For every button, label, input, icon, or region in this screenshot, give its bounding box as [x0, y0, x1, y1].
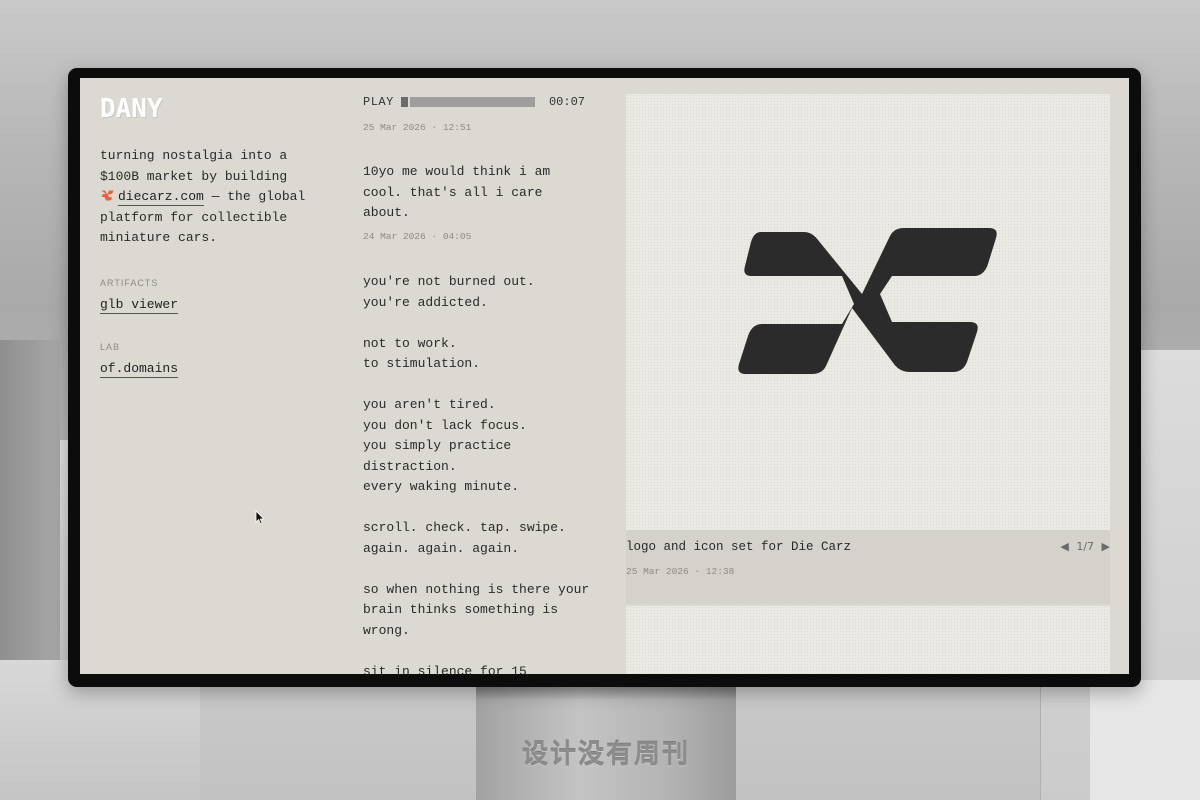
bio-line: turning nostalgia into a [100, 148, 288, 163]
bio-line: platform for collectible [100, 209, 288, 225]
post-line: again. again. again. [363, 540, 520, 556]
diecarz-logo-mark-icon [738, 228, 997, 374]
post-text: 10yo me would think i am cool. that's al… [363, 162, 593, 224]
pager-index: 1/7 [1076, 540, 1095, 553]
post-date: 25 Mar 2026 · 12:51 [363, 122, 472, 133]
pager-prev-icon[interactable]: ◀ [1060, 540, 1068, 553]
media-caption: logo and icon set for Die Carz [626, 540, 852, 554]
post-gap [363, 313, 593, 334]
play-button[interactable]: PLAY [363, 95, 394, 109]
post-line: about. [363, 205, 410, 220]
profile-column: DANY turning nostalgia into a $100B mark… [80, 78, 344, 674]
player-time: 00:07 [548, 95, 585, 109]
post-line: you don't lack focus. [363, 417, 527, 433]
post-line: distraction. [363, 458, 457, 474]
pager-next-icon[interactable]: ▶ [1102, 540, 1110, 553]
media-image-card[interactable] [626, 94, 1110, 530]
backdrop-block-right-low [1090, 680, 1200, 800]
progress-handle[interactable] [401, 97, 408, 107]
of-domains-link[interactable]: of.domains [100, 361, 179, 378]
diecarz-link[interactable]: diecarz.com [118, 189, 204, 206]
media-pager: ◀ 1/7 ▶ [1056, 540, 1110, 553]
post-date: 24 Mar 2026 · 04:05 [363, 231, 472, 242]
post-line: wrong. [363, 622, 410, 638]
post-line: cool. that's all i care [363, 184, 543, 200]
post-line: brain thinks something is [363, 602, 559, 617]
stand-watermark: 设计没有周刊 [521, 740, 690, 770]
post-line: every waking minute. [363, 479, 520, 494]
feed-column: PLAY 00:07 25 Mar 2026 · 12:51 10yo me w… [343, 78, 606, 674]
post-line: sit in silence for 15 [363, 663, 527, 675]
diecarz-logo-icon [101, 190, 114, 201]
media-date: 25 Mar 2026 · 12:38 [626, 566, 735, 577]
bio-text: turning nostalgia into a $100B market by… [100, 146, 325, 249]
bio-line-rest: — the global [203, 189, 306, 204]
progress-track[interactable] [410, 97, 535, 107]
post-line: not to work. [363, 335, 457, 351]
website-screen: DANY turning nostalgia into a $100B mark… [80, 78, 1129, 674]
bio-line: diecarz.com — the global [100, 187, 325, 208]
post-text: you're not burned out. you're addicted. … [363, 272, 593, 674]
artifacts-label: ARTIFACTS [100, 278, 159, 288]
post-gap [363, 559, 593, 580]
post-line: scroll. check. tap. swipe. [363, 520, 566, 535]
post-line: so when nothing is there your [363, 581, 590, 597]
monitor-bezel: DANY turning nostalgia into a $100B mark… [68, 68, 1141, 687]
gallery-column: logo and icon set for Die Carz ◀ 1/7 ▶ 2… [605, 78, 1129, 674]
post-line: you aren't tired. [363, 397, 496, 412]
audio-player: PLAY 00:07 [363, 95, 585, 111]
post-line: you simply practice [363, 438, 512, 453]
media-caption-bar: logo and icon set for Die Carz ◀ 1/7 ▶ 2… [626, 530, 1110, 604]
post-line: you're addicted. [363, 294, 488, 310]
post-gap [363, 498, 593, 519]
media-image-card-next[interactable] [626, 606, 1110, 674]
post-line: to stimulation. [363, 356, 481, 371]
monitor-stand-shadow [476, 686, 736, 700]
site-logo[interactable]: DANY [100, 94, 163, 124]
glb-viewer-link[interactable]: glb viewer [100, 297, 179, 314]
post-line: 10yo me would think i am [363, 164, 551, 179]
bio-line: $100B market by building [100, 168, 288, 184]
post-gap [363, 641, 593, 662]
lab-label: LAB [100, 342, 121, 352]
post-gap [363, 375, 593, 396]
bio-line: miniature cars. [100, 230, 218, 245]
mouse-cursor-icon [255, 510, 265, 525]
post-line: you're not burned out. [363, 274, 535, 289]
